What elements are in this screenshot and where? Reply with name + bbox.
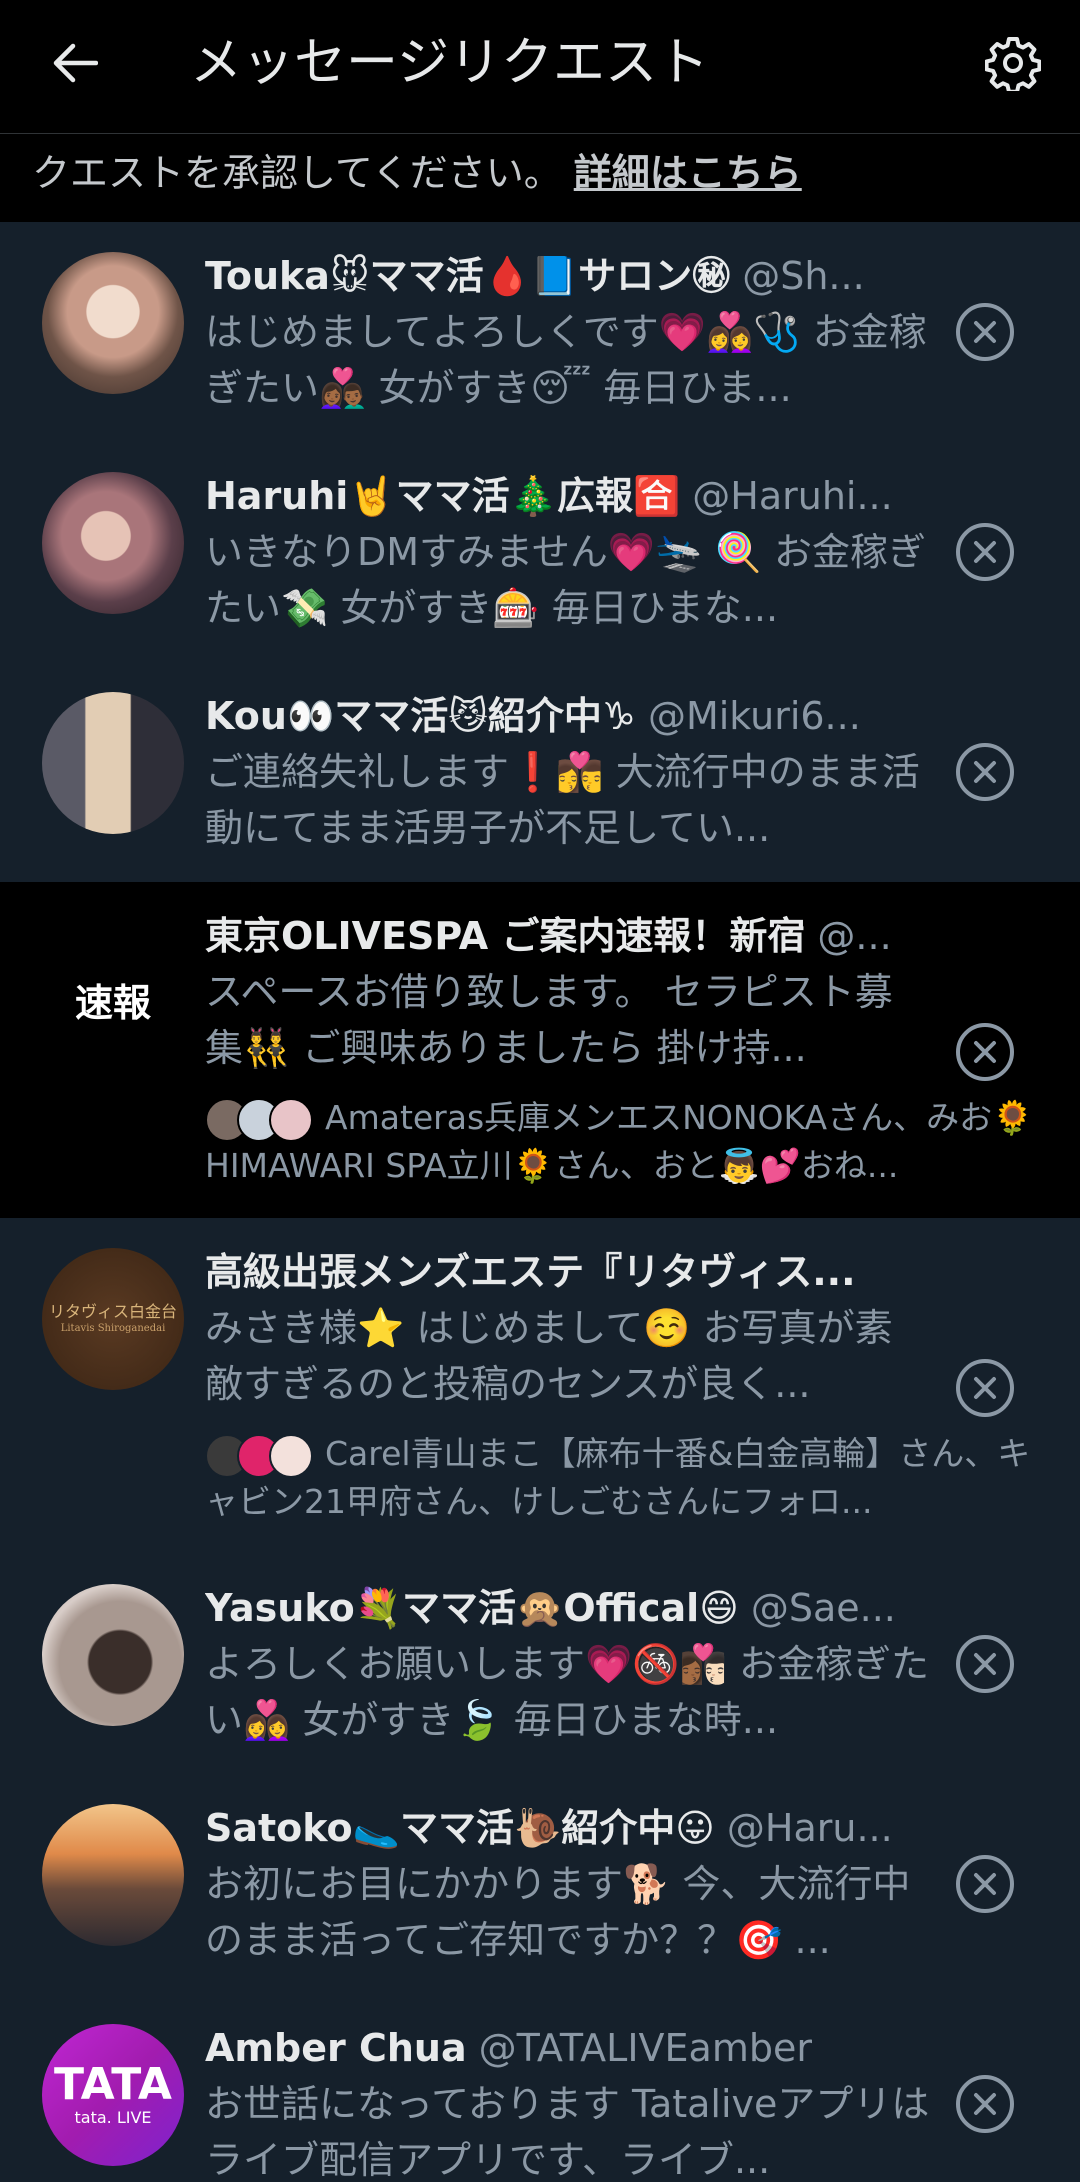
sender-handle: @Mikuri6... <box>647 694 861 738</box>
sender-name: Amber Chua <box>205 2026 467 2070</box>
sender-name: 東京OLIVESPA ご案内速報！新宿 <box>205 914 806 958</box>
request-item[interactable]: リタヴィス白金台 Litavis Shiroganedai 高級出張メンズエステ… <box>0 1218 1080 1554</box>
decline-button[interactable] <box>956 1359 1014 1417</box>
message-preview: いきなりDMすみません💗🛬 🍭 お金稼ぎたい💸 女がすき🎰 毎日ひまな... <box>205 530 927 630</box>
notice-text: クエストを承認してください。 <box>32 151 562 195</box>
close-icon <box>974 761 996 783</box>
request-item[interactable]: Touka🐭ママ活🩸📘サロン㊙ @Sh... はじめましてよろしくです💗👩‍❤️‍… <box>0 222 1080 442</box>
avatar[interactable] <box>42 692 184 834</box>
message-preview: みさき様⭐ はじめまして☺️ お写真が素敵すぎるのと投稿のセンスが良く... <box>205 1306 893 1406</box>
avatar[interactable] <box>42 1804 184 1946</box>
avatar[interactable] <box>42 472 184 614</box>
sender-name: Yasuko💐ママ活🙊Offical😄 <box>205 1586 739 1630</box>
learn-more-link[interactable]: 詳細はこちら <box>574 151 802 195</box>
avatar[interactable]: TATA tata. LIVE <box>42 2024 184 2166</box>
request-item[interactable]: TATA tata. LIVE Amber Chua @TATALIVEamber… <box>0 1994 1080 2182</box>
avatar-label: 速報 <box>74 980 151 1025</box>
follower-avatars <box>205 1094 313 1142</box>
followers-text: Amateras兵庫メンエスNONOKAさん、みお🌻HIMAWARI SPA立川… <box>205 1098 1034 1185</box>
followers-text: Carel青山まこ【麻布十番&白金高輪】さん、キャビン21甲府さん、けしごむさん… <box>205 1434 1031 1521</box>
sender-name: Kou👀ママ活😼紹介中♑ <box>205 694 636 738</box>
avatar-label: TATA <box>54 2059 172 2110</box>
mutual-followers: Amateras兵庫メンエスNONOKAさん、みお🌻HIMAWARI SPA立川… <box>205 1094 1040 1192</box>
message-preview: お初にお目にかかります🐕 今、大流行中のまま活ってご存知ですか？？🎯 ... <box>205 1862 911 1962</box>
request-item[interactable]: 速報 東京OLIVESPA ご案内速報！新宿 @... スペースお借り致します。 … <box>0 882 1080 1218</box>
request-item[interactable]: Satoko🥿ママ活🐌紹介中😛 @Haru... お初にお目にかかります🐕 今、大… <box>0 1774 1080 1994</box>
close-icon <box>974 1653 996 1675</box>
avatar[interactable] <box>42 252 184 394</box>
follower-avatars <box>205 1430 313 1478</box>
arrow-left-icon <box>53 43 98 83</box>
message-preview: よろしくお願いします💗🚳👩🏾‍❤️‍💋‍👨🏻 お金稼ぎたい👩‍❤️‍👩 女がすき… <box>205 1642 930 1742</box>
avatar[interactable]: リタヴィス白金台 Litavis Shiroganedai <box>42 1248 184 1390</box>
request-item[interactable]: Kou👀ママ活😼紹介中♑ @Mikuri6... ご連絡失礼します❗👩‍❤️‍💋‍… <box>0 662 1080 882</box>
sender-handle: @Sae... <box>750 1586 896 1630</box>
sender-name: Haruhi🤘ママ活🎄広報🈴 <box>205 474 681 518</box>
mutual-followers: Carel青山まこ【麻布十番&白金高輪】さん、キャビン21甲府さん、けしごむさん… <box>205 1430 1040 1528</box>
decline-button[interactable] <box>956 303 1014 361</box>
sender-handle: @... <box>817 914 892 958</box>
sender-handle: @Haru... <box>726 1806 893 1850</box>
decline-button[interactable] <box>956 1023 1014 1081</box>
decline-button[interactable] <box>956 523 1014 581</box>
message-preview: ご連絡失礼します❗👩‍❤️‍💋‍👨 大流行中のまま活動にてまま活男子が不足してい… <box>205 750 920 850</box>
sender-name: Satoko🥿ママ活🐌紹介中😛 <box>205 1806 715 1850</box>
sender-handle: @Haruhi... <box>692 474 893 518</box>
close-icon <box>974 2093 996 2115</box>
close-icon <box>974 1041 996 1063</box>
close-icon <box>974 321 996 343</box>
close-icon <box>974 541 996 563</box>
settings-button[interactable] <box>976 26 1050 100</box>
page-title: メッセージリクエスト <box>190 33 709 93</box>
decline-button[interactable] <box>956 743 1014 801</box>
sender-handle: @TATALIVEamber <box>478 2026 812 2070</box>
message-preview: お世話になっております Tataliveアプリはライブ配信アプリです、ライブ..… <box>205 2082 930 2182</box>
message-request-list: Touka🐭ママ活🩸📘サロン㊙ @Sh... はじめましてよろしくです💗👩‍❤️‍… <box>0 222 1080 2182</box>
avatar[interactable]: 速報 <box>42 928 184 1070</box>
decline-button[interactable] <box>956 2075 1014 2133</box>
back-button[interactable] <box>40 28 110 98</box>
request-notice: クエストを承認してください。 詳細はこちら <box>0 134 1080 222</box>
close-icon <box>974 1377 996 1399</box>
gear-icon <box>985 37 1041 91</box>
request-item[interactable]: Haruhi🤘ママ活🎄広報🈴 @Haruhi... いきなりDMすみません💗🛬 🍭… <box>0 442 1080 662</box>
request-item[interactable]: Yasuko💐ママ活🙊Offical😄 @Sae... よろしくお願いします💗🚳👩… <box>0 1554 1080 1774</box>
sender-handle: @Sh... <box>742 254 865 298</box>
avatar-label: リタヴィス白金台 <box>48 1302 177 1321</box>
top-bar: メッセージリクエスト <box>0 0 1080 134</box>
avatar-sublabel: Litavis Shiroganedai <box>60 1323 166 1334</box>
decline-button[interactable] <box>956 1855 1014 1913</box>
close-icon <box>974 1873 996 1895</box>
avatar[interactable] <box>42 1584 184 1726</box>
sender-name: 高級出張メンズエステ『リタヴィス... <box>205 1250 856 1294</box>
message-preview: はじめましてよろしくです💗👩‍❤️‍👩🩺 お金稼ぎたい👩🏾‍❤️‍👨🏾 女がすき… <box>205 310 927 410</box>
sender-name: Touka🐭ママ活🩸📘サロン㊙ <box>205 254 731 298</box>
avatar-sublabel: tata. LIVE <box>74 2108 152 2127</box>
decline-button[interactable] <box>956 1635 1014 1693</box>
message-preview: スペースお借り致します。 セラピスト募集👯‍♂️ ご興味ありましたら 掛け持..… <box>205 970 893 1070</box>
